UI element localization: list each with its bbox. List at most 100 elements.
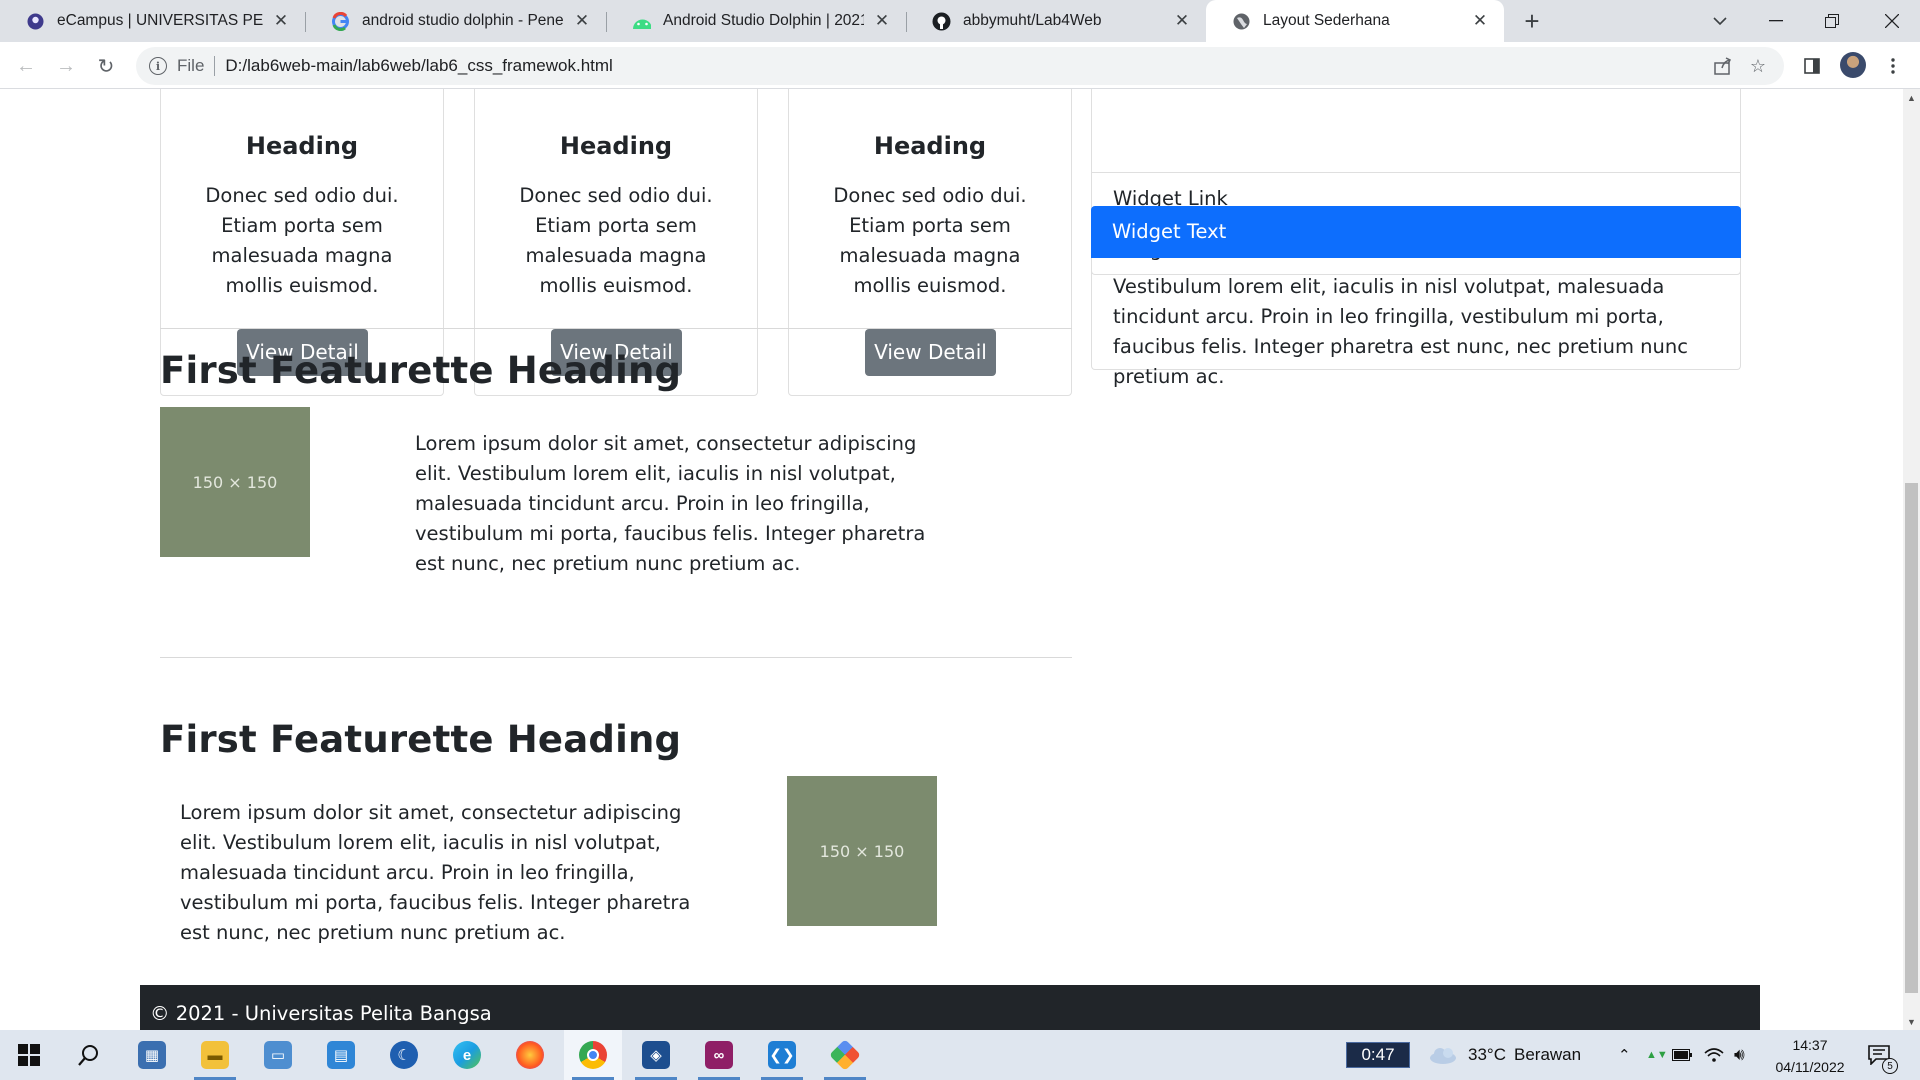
close-icon[interactable]: ✕	[1172, 11, 1192, 31]
featurette-text: Lorem ipsum dolor sit amet, consectetur …	[180, 801, 691, 944]
phone-app[interactable]: ☾	[375, 1030, 433, 1080]
placeholder-label: 150 × 150	[819, 841, 905, 861]
diamond-icon	[829, 1039, 861, 1071]
card-text: Donec sed odio dui. Etiam porta sem male…	[205, 184, 399, 297]
vscode-icon: ❮❯	[768, 1041, 796, 1069]
back-button[interactable]: ←	[10, 50, 42, 82]
tab-search-button[interactable]	[1692, 0, 1748, 42]
close-icon[interactable]: ✕	[572, 11, 592, 31]
share-icon[interactable]	[1712, 55, 1734, 77]
tab-layout-sederhana[interactable]: Layout Sederhana ✕	[1206, 0, 1504, 42]
chrome-app[interactable]	[564, 1030, 622, 1080]
tab-google-search[interactable]: android studio dolphin - Penelus ✕	[305, 0, 606, 42]
tab-title: Android Studio Dolphin | 2021.3.	[663, 12, 864, 29]
reload-icon: ↻	[97, 55, 115, 78]
profile-avatar[interactable]	[1840, 52, 1866, 78]
ecampus-icon	[26, 12, 45, 31]
placeholder-label: 150 × 150	[192, 472, 278, 492]
weather-text: Berawan	[1513, 1045, 1582, 1064]
weather-temp: 33°C	[1468, 1045, 1506, 1064]
featurette-heading: First Featurette Heading	[160, 349, 682, 392]
widget-title: Widget Text	[1091, 206, 1741, 258]
tab-strip: eCampus | UNIVERSITAS PELITA B ✕ android…	[0, 0, 1920, 42]
page-footer: © 2021 - Universitas Pelita Bangsa	[140, 985, 1760, 1030]
reload-button[interactable]: ↻	[90, 50, 122, 82]
address-bar[interactable]: i File D:/lab6web-main/lab6web/lab6_css_…	[136, 47, 1784, 85]
wifi-icon[interactable]	[1704, 1030, 1724, 1080]
footer-text: © 2021 - Universitas Pelita Bangsa	[150, 1002, 492, 1025]
file-explorer-app[interactable]: ▬	[186, 1030, 244, 1080]
tab-title: android studio dolphin - Penelus	[362, 12, 564, 29]
info-icon[interactable]: i	[149, 57, 167, 75]
edge-icon: e	[453, 1041, 481, 1069]
address-divider	[214, 56, 216, 76]
tab-title: Layout Sederhana	[1263, 12, 1390, 29]
placeholder-image: 150 × 150	[787, 776, 937, 926]
firefox-icon	[516, 1041, 544, 1069]
divider	[160, 328, 1072, 329]
browser-toolbar: ← → ↻ i File D:/lab6web-main/lab6web/lab…	[0, 42, 1920, 89]
loop-app[interactable]: ∞	[690, 1030, 748, 1080]
scroll-down-icon[interactable]: ▼	[1903, 1013, 1920, 1030]
search-icon	[78, 1045, 98, 1066]
virtualbox-app[interactable]: ▭	[249, 1030, 307, 1080]
github-icon	[932, 12, 951, 31]
clock-date: 04/11/2022	[1775, 1059, 1845, 1075]
forward-button[interactable]: →	[50, 50, 82, 82]
timer-badge[interactable]: 0:47	[1346, 1042, 1410, 1068]
card: Heading Donec sed odio dui. Etiam porta …	[788, 89, 1072, 396]
close-window-button[interactable]	[1864, 0, 1920, 42]
control-panel-app[interactable]: ▤	[312, 1030, 370, 1080]
featurette-heading: First Featurette Heading	[160, 718, 682, 761]
clock[interactable]: 14:37 04/11/2022	[1760, 1034, 1860, 1078]
restore-button[interactable]	[1804, 0, 1860, 42]
close-icon[interactable]: ✕	[271, 11, 291, 31]
page-scrollbar[interactable]: ▲ ▼	[1903, 89, 1920, 1030]
notification-button[interactable]: 5	[1868, 1030, 1898, 1080]
speaker-icon[interactable]: 🔊︎	[1734, 1030, 1745, 1080]
new-tab-button[interactable]: +	[1518, 8, 1546, 36]
menu-icon[interactable]	[1881, 54, 1905, 78]
widget-body: Vestibulum lorem elit, iaculis in nisl v…	[1091, 258, 1741, 388]
address-url[interactable]: D:/lab6web-main/lab6web/lab6_css_framewo…	[225, 56, 612, 76]
scrollbar-thumb[interactable]	[1905, 483, 1918, 993]
scroll-up-icon[interactable]: ▲	[1903, 89, 1920, 106]
divider	[160, 657, 1072, 658]
card-heading: Heading	[873, 132, 987, 160]
tab-android-studio[interactable]: Android Studio Dolphin | 2021.3. ✕	[606, 0, 906, 42]
edge-app[interactable]: e	[438, 1030, 496, 1080]
side-panel-icon[interactable]	[1800, 54, 1824, 78]
weather-widget[interactable]: 33°C Berawan	[1428, 1030, 1581, 1080]
arrow-right-icon: →	[56, 54, 76, 77]
close-icon[interactable]: ✕	[1470, 11, 1490, 31]
notification-count: 5	[1882, 1058, 1898, 1074]
virtualbox-vm-app[interactable]: ◈	[627, 1030, 685, 1080]
vscode-app[interactable]: ❮❯	[753, 1030, 811, 1080]
network-speed-icon: ▲▼	[1646, 1049, 1668, 1061]
address-scheme: File	[177, 56, 205, 75]
clock-time: 14:37	[1792, 1037, 1828, 1053]
star-icon[interactable]: ☆	[1747, 55, 1769, 77]
cloud-icon	[1430, 1048, 1456, 1064]
card-text: Donec sed odio dui. Etiam porta sem male…	[833, 184, 1027, 297]
chevron-up-icon[interactable]: ⌃	[1618, 1030, 1631, 1080]
windows-icon	[18, 1044, 40, 1066]
close-icon[interactable]: ✕	[872, 11, 892, 31]
tab-title: abbymuht/Lab4Web	[963, 12, 1102, 29]
tab-github[interactable]: abbymuht/Lab4Web ✕	[906, 0, 1206, 42]
start-button[interactable]	[0, 1030, 58, 1080]
git-app[interactable]	[816, 1030, 874, 1080]
google-icon	[331, 11, 350, 31]
taskbar: ▦ ▬ ▭ ▤ ☾ e ◈ ∞ ❮❯ 33°C Berawan ⌃ ▲▼ 🔊︎	[0, 1030, 1920, 1080]
search-button[interactable]	[60, 1030, 118, 1080]
control-panel-icon: ▤	[327, 1041, 355, 1069]
view-detail-button[interactable]: View Detail	[865, 329, 996, 376]
minimize-button[interactable]	[1748, 0, 1804, 42]
calculator-app[interactable]: ▦	[123, 1030, 181, 1080]
firefox-app[interactable]	[501, 1030, 559, 1080]
chrome-icon	[579, 1041, 607, 1069]
tab-ecampus[interactable]: eCampus | UNIVERSITAS PELITA B ✕	[0, 0, 305, 42]
placeholder-image: 150 × 150	[160, 407, 310, 557]
battery-icon[interactable]	[1672, 1030, 1692, 1080]
calculator-icon: ▦	[138, 1041, 166, 1069]
